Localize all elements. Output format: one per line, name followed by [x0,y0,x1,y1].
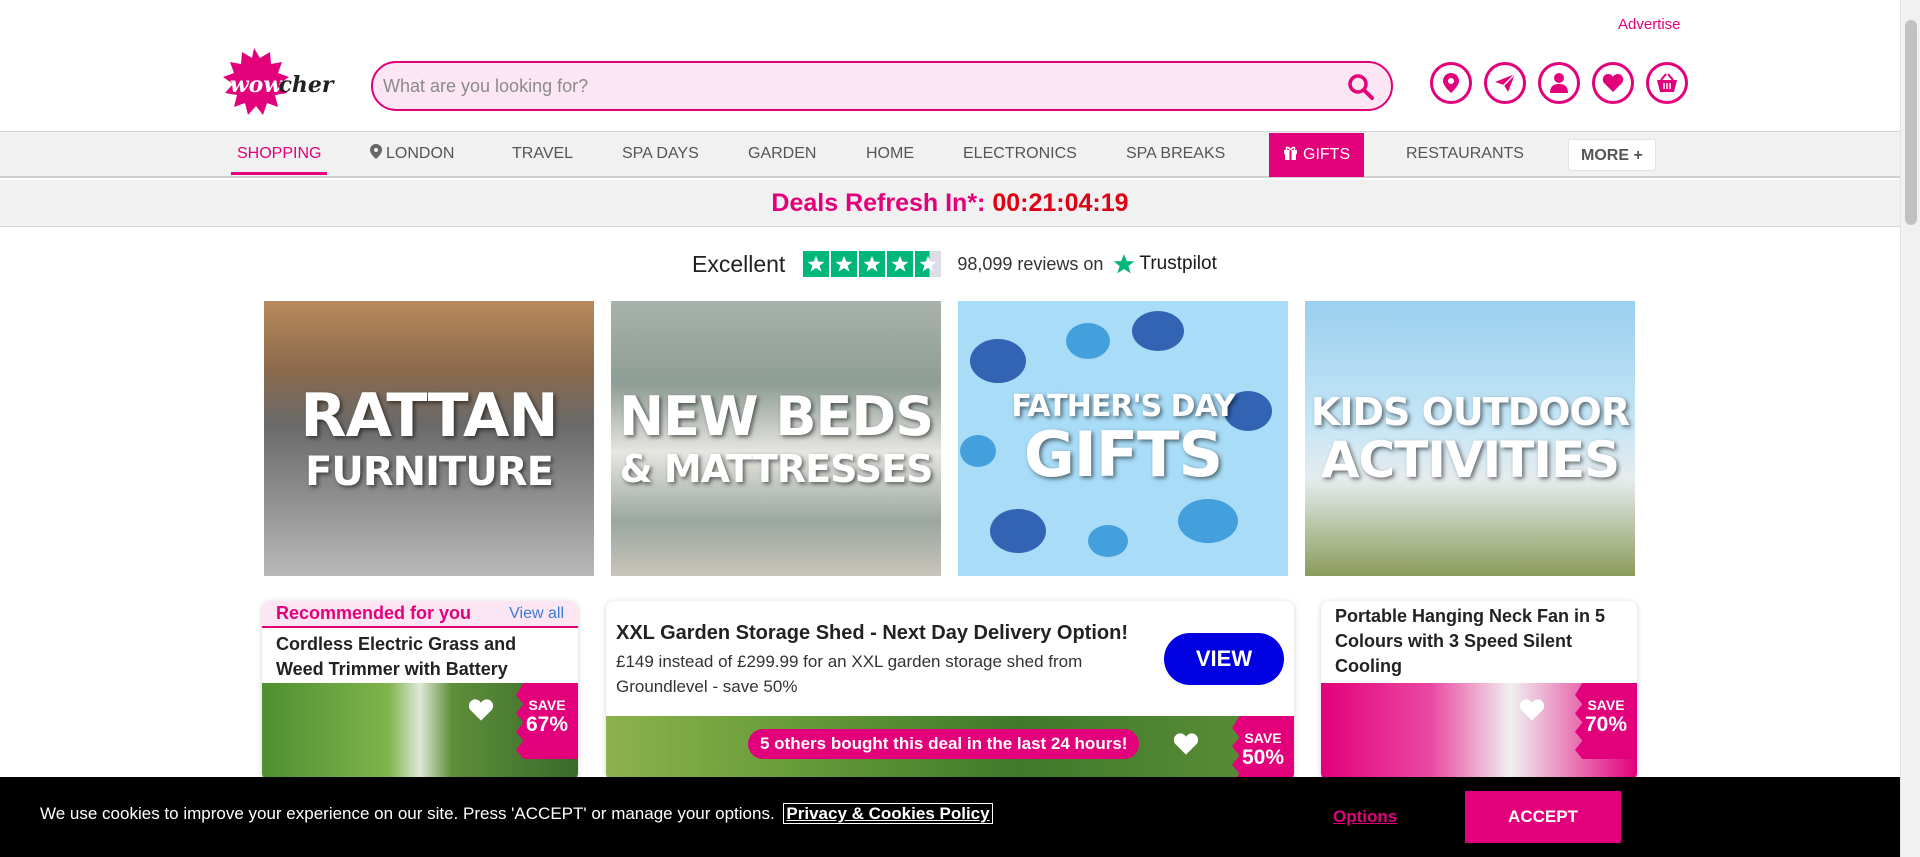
paper-plane-icon[interactable] [1484,62,1526,104]
svg-text:cher: cher [279,72,335,98]
star-icon [887,251,914,277]
nav-item-london[interactable]: LONDON [370,132,454,177]
deal-description: £149 instead of £299.99 for an XXL garde… [616,652,1083,696]
wishlist-heart-icon[interactable] [468,698,494,722]
banner-rattan-furniture[interactable]: RATTAN FURNITURE [264,301,594,576]
nav-more-button[interactable]: MORE + [1568,139,1656,171]
social-proof-badge: 5 others bought this deal in the last 24… [748,729,1140,759]
svg-text:wow: wow [230,72,284,98]
trustpilot-rating-word: Excellent [692,250,786,277]
banner-title: KIDS OUTDOOR [1310,389,1630,434]
heart-icon[interactable] [1592,62,1634,104]
save-percent: 67% [525,713,569,736]
countdown-timer: 00:21:04:19 [992,189,1129,217]
save-badge: SAVE 70% [1575,683,1637,759]
nav-item-electronics[interactable]: ELECTRONICS [963,132,1077,177]
save-label: SAVE [1587,697,1625,713]
nav-item-garden[interactable]: GARDEN [748,132,816,177]
deal-title: Cordless Electric Grass and Weed Trimmer… [276,634,517,679]
star-icon [803,251,830,277]
save-label: SAVE [1244,730,1282,746]
basket-icon[interactable] [1646,62,1688,104]
advertise-link[interactable]: Advertise [1618,16,1681,33]
recommended-title: Recommended for you [276,603,472,623]
banner-subtitle: FURNITURE [305,448,554,495]
nav-item-travel[interactable]: TRAVEL [512,132,573,177]
save-percent: 70% [1584,713,1628,736]
nav-item-label: GIFTS [1303,146,1351,163]
wishlist-heart-icon[interactable] [1519,698,1545,722]
recommended-header: Recommended for you View all [262,601,578,628]
banner-title: FATHER'S DAY [1011,388,1235,424]
star-icon [831,251,858,277]
cookie-accept-button[interactable]: ACCEPT [1465,791,1621,843]
cookie-options-link[interactable]: Options [1333,807,1397,827]
trustpilot-widget[interactable]: Excellent 98,099 reviews on Trustpilot [692,248,1217,280]
page-scrollbar[interactable] [1900,0,1920,857]
cookie-banner: We use cookies to improve your experienc… [0,777,1900,857]
save-badge: SAVE 67% [516,683,578,759]
star-half-icon [915,251,942,277]
banner-beds-mattresses[interactable]: NEW BEDS & MATTRESSES [611,301,941,576]
banner-subtitle: ACTIVITIES [1320,430,1620,489]
nav-item-spa-days[interactable]: SPA DAYS [622,132,699,177]
banner-title: NEW BEDS [618,384,934,448]
trustpilot-stars [803,251,942,277]
privacy-policy-link[interactable]: Privacy & Cookies Policy [783,803,993,824]
trustpilot-brand: Trustpilot [1139,253,1217,274]
location-pin-icon[interactable] [1430,62,1472,104]
location-pin-icon [370,144,382,159]
cookie-message: We use cookies to improve your experienc… [40,804,775,823]
banner-title: RATTAN [300,380,558,451]
cookie-message-row: We use cookies to improve your experienc… [40,803,993,824]
featured-deal-card[interactable]: XXL Garden Storage Shed - Next Day Deliv… [606,601,1294,781]
view-all-link[interactable]: View all [509,605,564,623]
page: Advertise wow cher What are you looking … [0,0,1920,857]
wowcher-logo[interactable]: wow cher [216,46,336,122]
save-badge: SAVE 50% [1232,716,1294,781]
header-icons [1430,62,1688,104]
countdown-label: Deals Refresh In*: [771,189,986,217]
banner-fathers-day-gifts[interactable]: FATHER'S DAY GIFTS [958,301,1288,576]
recommended-card[interactable]: Recommended for you View all Cordless El… [262,601,578,781]
search-button[interactable] [1347,73,1375,101]
scrollbar-thumb[interactable] [1905,20,1917,225]
banner-subtitle: & MATTRESSES [619,446,934,491]
deal-title: XXL Garden Storage Shed - Next Day Deliv… [616,622,1128,644]
nav-item-home[interactable]: HOME [866,132,914,177]
save-label: SAVE [528,697,566,713]
wishlist-heart-icon[interactable] [1173,732,1199,756]
banner-kids-outdoor-activities[interactable]: KIDS OUTDOOR ACTIVITIES [1305,301,1635,576]
trustpilot-star-icon [1113,254,1135,274]
view-deal-button[interactable]: VIEW [1164,633,1284,685]
nav-item-gifts[interactable]: GIFTS [1269,133,1365,177]
search-icon [1348,74,1374,100]
banner-subtitle: GIFTS [1023,417,1223,491]
search-input[interactable] [383,63,1303,109]
search-bar [371,61,1393,111]
nav-item-label: LONDON [386,145,455,162]
deals-countdown: Deals Refresh In*: 00:21:04:19 [0,180,1900,227]
nav-item-spa-breaks[interactable]: SPA BREAKS [1126,132,1225,177]
star-icon [859,251,886,277]
account-icon[interactable] [1538,62,1580,104]
gift-icon [1284,146,1297,160]
deal-card-neck-fan[interactable]: Portable Hanging Neck Fan in 5 Colours w… [1321,601,1637,781]
nav-item-restaurants[interactable]: RESTAURANTS [1406,132,1524,177]
save-percent: 50% [1241,746,1285,769]
trustpilot-review-count: 98,099 reviews on [957,253,1104,274]
deal-title: Portable Hanging Neck Fan in 5 Colours w… [1335,606,1606,676]
nav-item-shopping[interactable]: SHOPPING [230,132,328,177]
category-nav: SHOPPING LONDON TRAVEL SPA DAYS GARDEN H… [0,131,1900,178]
